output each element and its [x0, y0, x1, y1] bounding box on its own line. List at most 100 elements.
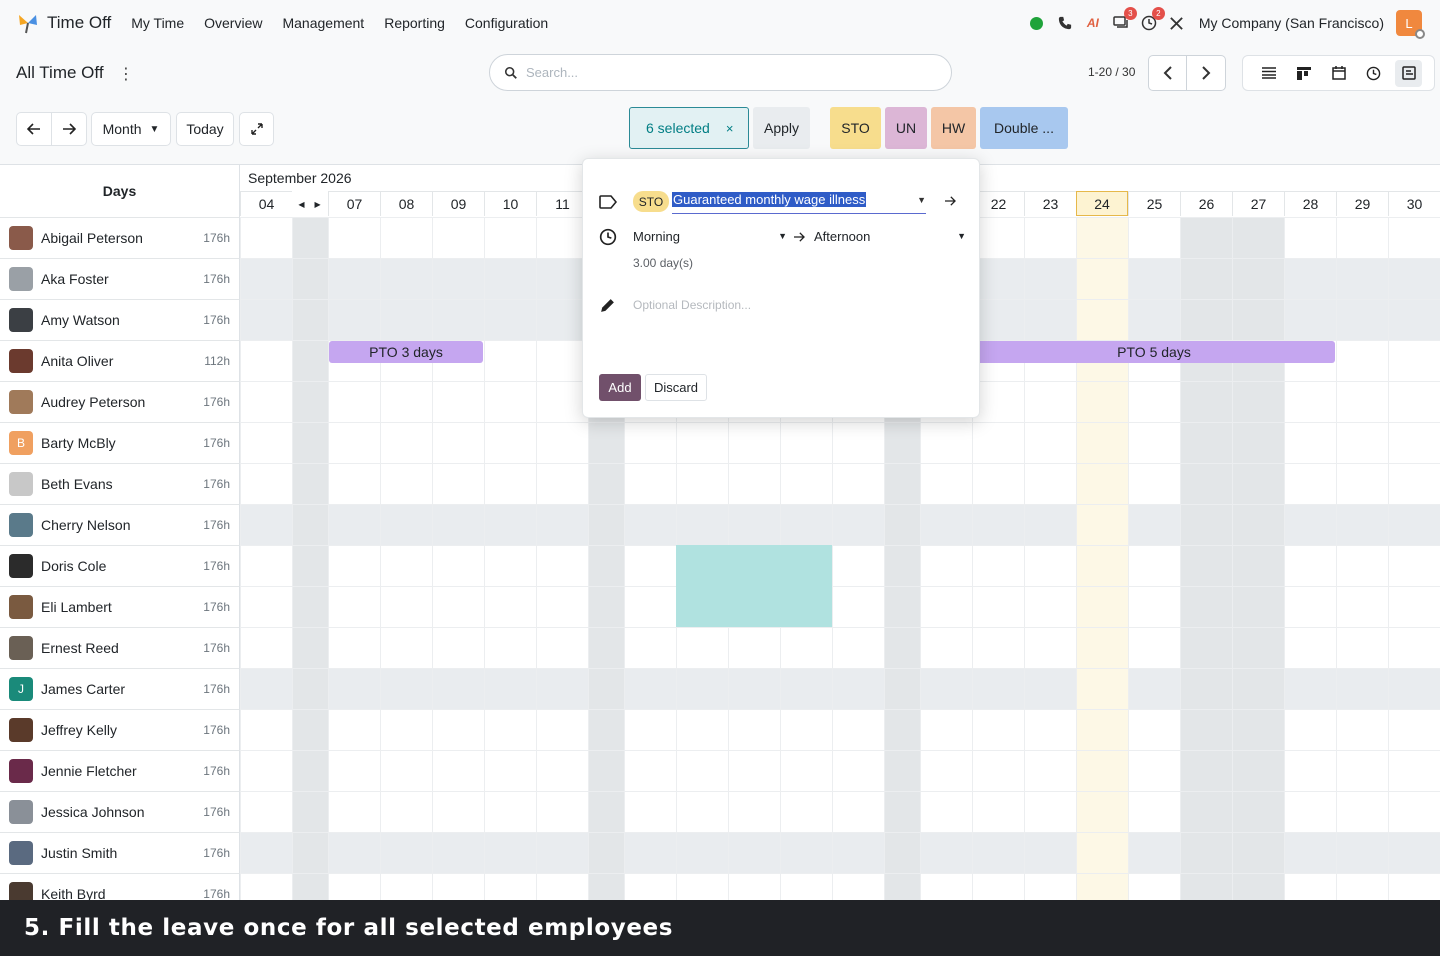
menu-configuration[interactable]: Configuration	[465, 15, 548, 31]
discard-button[interactable]: Discard	[645, 374, 707, 401]
employee-row[interactable]: Jennie Fletcher 176h	[0, 750, 240, 791]
type-tag: STO	[633, 191, 669, 212]
employee-row[interactable]: Keith Byrd 176h	[0, 873, 240, 900]
employee-avatar	[9, 308, 33, 332]
employee-row[interactable]: Ernest Reed 176h	[0, 627, 240, 668]
presence-status-icon[interactable]	[1027, 13, 1047, 33]
employee-row[interactable]: Aka Foster 176h	[0, 258, 240, 299]
selected-cells[interactable]	[676, 545, 832, 627]
employee-row[interactable]: Jessica Johnson 176h	[0, 791, 240, 832]
employee-hours: 176h	[203, 559, 230, 573]
leave-type-field[interactable]: Guaranteed monthly wage illness ▼	[672, 190, 926, 214]
gantt-view-icon[interactable]	[1395, 59, 1422, 87]
employee-hours: 176h	[203, 723, 230, 737]
selection-badge[interactable]: 6 selected ×	[629, 107, 749, 149]
grid-line	[240, 709, 1440, 710]
menu-reporting[interactable]: Reporting	[384, 15, 445, 31]
employee-name: Ernest Reed	[41, 640, 119, 656]
pager-previous-button[interactable]	[1148, 55, 1187, 91]
external-link-arrow-icon[interactable]	[944, 196, 956, 206]
grid-line	[484, 217, 485, 900]
grid-line	[240, 750, 1440, 751]
app-brand[interactable]: Time Off	[16, 11, 111, 35]
company-switcher[interactable]: My Company (San Francisco)	[1199, 15, 1384, 31]
employee-name: Amy Watson	[41, 312, 120, 328]
today-button[interactable]: Today	[176, 112, 234, 146]
day-header-23: 23	[1024, 191, 1076, 216]
employee-row[interactable]: Justin Smith 176h	[0, 832, 240, 873]
employee-row[interactable]: Beth Evans 176h	[0, 463, 240, 504]
collapsed-days-toggle[interactable]: ◀ ▶	[292, 192, 327, 216]
activity-clock-icon[interactable]: 2	[1139, 7, 1165, 33]
clear-selection-icon[interactable]: ×	[726, 121, 734, 136]
leave-type-sto-button[interactable]: STO	[830, 107, 881, 149]
employee-row[interactable]: Eli Lambert 176h	[0, 586, 240, 627]
grid-line	[240, 504, 1440, 505]
employee-hours: 176h	[203, 600, 230, 614]
calendar-view-icon[interactable]	[1325, 60, 1352, 87]
messages-icon[interactable]: 3	[1111, 7, 1137, 33]
menu-my-time[interactable]: My Time	[131, 15, 184, 31]
expand-icon[interactable]	[239, 112, 274, 146]
tools-icon[interactable]	[1167, 13, 1187, 33]
employee-row[interactable]: B Barty McBly 176h	[0, 422, 240, 463]
leave-type-hw-button[interactable]: HW	[931, 107, 976, 149]
day-header-29: 29	[1336, 191, 1388, 216]
actions-menu-icon[interactable]: ⋮	[118, 64, 134, 84]
grid-line	[240, 422, 1440, 423]
employee-hours: 176h	[203, 518, 230, 532]
day-header-27: 27	[1232, 191, 1284, 216]
employee-avatar	[9, 267, 33, 291]
ai-icon[interactable]: AI	[1083, 13, 1103, 33]
to-period-value: Afternoon	[814, 229, 871, 244]
employee-name: Justin Smith	[41, 845, 118, 861]
employee-avatar	[9, 472, 33, 496]
employee-row[interactable]: Jeffrey Kelly 176h	[0, 709, 240, 750]
month-label: September 2026	[248, 170, 352, 186]
apply-button[interactable]: Apply	[753, 107, 810, 149]
grid-line	[1336, 217, 1337, 900]
pager-next-button[interactable]	[1187, 55, 1226, 91]
pager-value[interactable]: 1-20 / 30	[1088, 65, 1135, 79]
collapse-left-icon: ◀	[298, 199, 305, 209]
from-period-select[interactable]: Morning ▼	[633, 229, 787, 247]
time-off-logo-icon	[16, 11, 40, 35]
description-input[interactable]: Optional Description...	[633, 298, 751, 312]
employee-name: Jeffrey Kelly	[41, 722, 117, 738]
caret-down-icon: ▼	[778, 231, 787, 241]
next-period-button[interactable]	[51, 112, 87, 146]
caret-down-icon: ▼	[957, 231, 966, 241]
employee-row[interactable]: Abigail Peterson 176h	[0, 217, 240, 258]
menu-management[interactable]: Management	[282, 15, 364, 31]
leave-type-double-button[interactable]: Double ...	[980, 107, 1068, 149]
list-view-icon[interactable]	[1255, 60, 1282, 87]
kanban-view-icon[interactable]	[1290, 60, 1317, 87]
employee-avatar	[9, 226, 33, 250]
activity-view-icon[interactable]	[1360, 60, 1387, 87]
search-input[interactable]: Search...	[526, 65, 578, 80]
employee-row[interactable]: Anita Oliver 112h	[0, 340, 240, 381]
phone-icon[interactable]	[1055, 13, 1075, 33]
employee-avatar: J	[9, 677, 33, 701]
leave-type-un-button[interactable]: UN	[885, 107, 927, 149]
pto-bar-3-days[interactable]: PTO 3 days	[329, 341, 483, 363]
employee-row[interactable]: Amy Watson 176h	[0, 299, 240, 340]
search-bar[interactable]: Search...	[489, 54, 952, 91]
previous-period-button[interactable]	[16, 112, 52, 146]
grid-line	[240, 668, 1440, 669]
grid-line	[1024, 217, 1025, 900]
grid-line	[240, 586, 1440, 587]
user-avatar[interactable]: L	[1396, 10, 1425, 39]
pto-bar-5-days[interactable]: PTO 5 days	[973, 341, 1335, 363]
to-period-select[interactable]: Afternoon ▼	[814, 229, 966, 247]
employee-row[interactable]: Doris Cole 176h	[0, 545, 240, 586]
employee-row[interactable]: J James Carter 176h	[0, 668, 240, 709]
day-header-26: 26	[1180, 191, 1232, 216]
employee-row[interactable]: Audrey Peterson 176h	[0, 381, 240, 422]
employee-name: Keith Byrd	[41, 886, 106, 900]
employee-avatar	[9, 554, 33, 578]
scale-dropdown[interactable]: Month ▼	[91, 112, 171, 146]
menu-overview[interactable]: Overview	[204, 15, 262, 31]
add-button[interactable]: Add	[599, 374, 641, 401]
employee-row[interactable]: Cherry Nelson 176h	[0, 504, 240, 545]
